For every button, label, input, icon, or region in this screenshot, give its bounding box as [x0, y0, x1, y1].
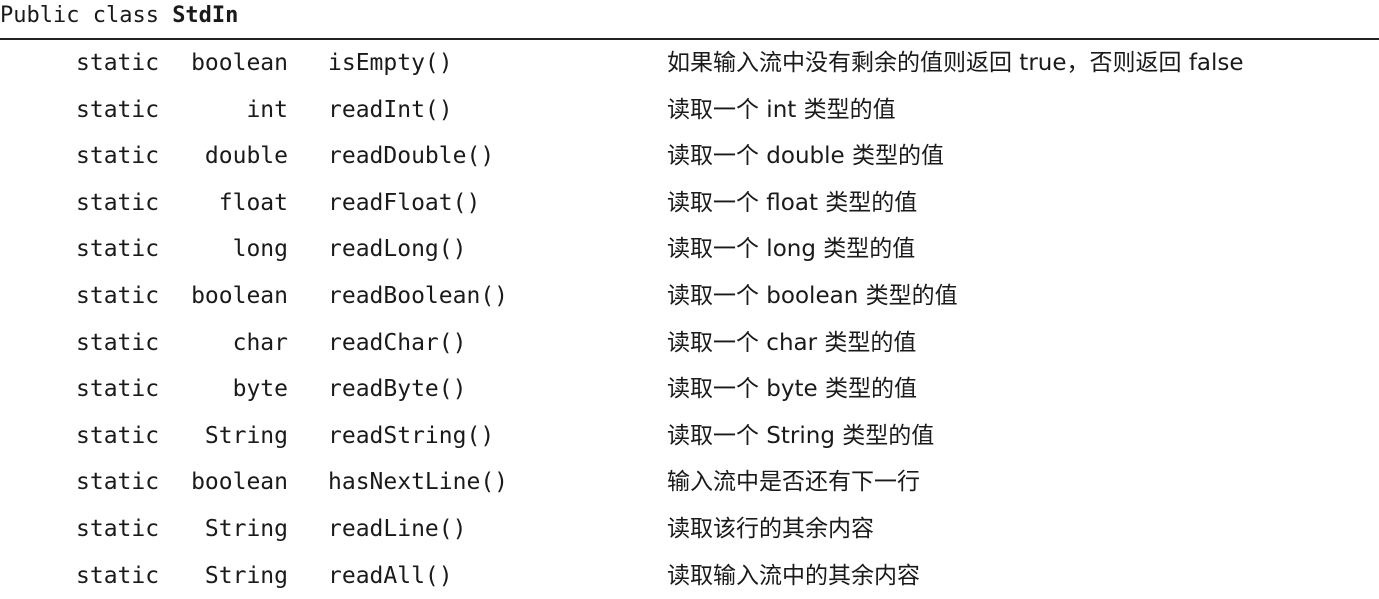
- method-signature-cell: readBoolean(): [328, 282, 509, 309]
- description-cell: 读取一个 float 类型的值: [667, 189, 918, 216]
- api-row-readdouble: static double readDouble() 读取一个 double 类…: [0, 133, 1379, 180]
- return-type-cell: boolean: [191, 469, 288, 496]
- return-type-cell: long: [232, 236, 288, 263]
- api-row-readfloat: static float readFloat() 读取一个 float 类型的值: [0, 180, 1379, 227]
- api-row-readboolean: static boolean readBoolean() 读取一个 boolea…: [0, 273, 1379, 320]
- api-row-hasnextline: static boolean hasNextLine() 输入流中是否还有下一行: [0, 459, 1379, 506]
- api-row-readbyte: static byte readByte() 读取一个 byte 类型的值: [0, 366, 1379, 413]
- return-type-cell: int: [246, 96, 288, 123]
- modifier-cell: static: [76, 189, 160, 216]
- modifier-cell: static: [76, 469, 160, 496]
- modifier-cell: static: [76, 143, 160, 170]
- description-cell: 读取一个 double 类型的值: [667, 143, 945, 170]
- modifier-cell: static: [76, 96, 160, 123]
- return-type-cell: double: [204, 143, 288, 170]
- api-row-readstring: static String readString() 读取一个 String 类…: [0, 413, 1379, 460]
- method-signature-cell: readFloat(): [328, 189, 481, 216]
- method-signature-cell: readDouble(): [328, 143, 495, 170]
- modifier-cell: static: [76, 329, 160, 356]
- return-type-cell: String: [204, 562, 288, 589]
- method-signature-cell: readAll(): [328, 562, 453, 589]
- description-cell: 读取一个 boolean 类型的值: [667, 282, 958, 309]
- api-row-readline: static String readLine() 读取该行的其余内容: [0, 506, 1379, 553]
- description-cell: 读取一个 char 类型的值: [667, 329, 917, 356]
- modifier-cell: static: [76, 236, 160, 263]
- modifier-cell: static: [76, 376, 160, 403]
- method-signature-cell: readByte(): [328, 376, 467, 403]
- class-header-prefix: Public class: [0, 3, 173, 28]
- return-type-cell: byte: [232, 376, 288, 403]
- description-cell: 读取一个 long 类型的值: [667, 236, 916, 263]
- method-signature-cell: readInt(): [328, 96, 453, 123]
- return-type-cell: String: [204, 422, 288, 449]
- method-signature-cell: readLong(): [328, 236, 467, 263]
- class-header: Public class StdIn: [0, 0, 238, 32]
- method-signature-cell: readLine(): [328, 515, 467, 542]
- method-signature-cell: readString(): [328, 422, 495, 449]
- return-type-cell: char: [232, 329, 288, 356]
- class-name: StdIn: [172, 3, 239, 28]
- return-type-cell: boolean: [191, 50, 288, 76]
- api-row-readint: static int readInt() 读取一个 int 类型的值: [0, 87, 1379, 134]
- modifier-cell: static: [76, 282, 160, 309]
- api-row-isempty: static boolean isEmpty() 如果输入流中没有剩余的值则返回…: [0, 40, 1379, 87]
- description-cell: 读取输入流中的其余内容: [667, 562, 920, 589]
- api-method-table: static boolean isEmpty() 如果输入流中没有剩余的值则返回…: [0, 40, 1379, 599]
- modifier-cell: static: [76, 515, 160, 542]
- return-type-cell: float: [218, 189, 288, 216]
- return-type-cell: String: [204, 515, 288, 542]
- modifier-cell: static: [76, 422, 160, 449]
- return-type-cell: boolean: [191, 282, 288, 309]
- method-signature-cell: isEmpty(): [328, 50, 453, 76]
- method-signature-cell: hasNextLine(): [328, 469, 509, 496]
- modifier-cell: static: [76, 50, 160, 76]
- description-cell: 读取该行的其余内容: [667, 515, 874, 542]
- api-row-readchar: static char readChar() 读取一个 char 类型的值: [0, 320, 1379, 367]
- description-cell: 如果输入流中没有剩余的值则返回 true，否则返回 false: [667, 50, 1244, 76]
- api-row-readall: static String readAll() 读取输入流中的其余内容: [0, 553, 1379, 599]
- modifier-cell: static: [76, 562, 160, 589]
- description-cell: 读取一个 byte 类型的值: [667, 376, 918, 403]
- api-row-readlong: static long readLong() 读取一个 long 类型的值: [0, 226, 1379, 273]
- description-cell: 读取一个 String 类型的值: [667, 422, 935, 449]
- description-cell: 读取一个 int 类型的值: [667, 96, 896, 123]
- description-cell: 输入流中是否还有下一行: [667, 469, 920, 496]
- method-signature-cell: readChar(): [328, 329, 467, 356]
